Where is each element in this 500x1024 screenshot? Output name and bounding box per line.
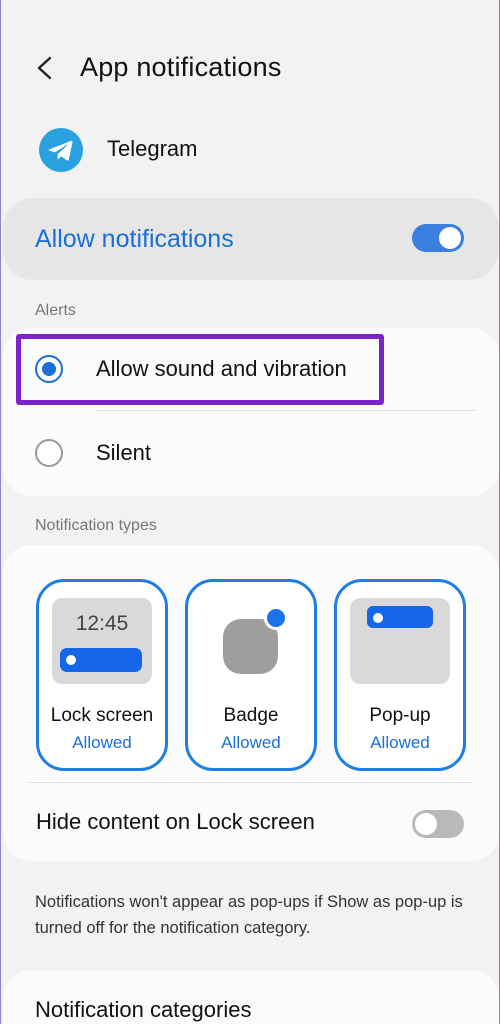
tile-title: Pop-up bbox=[369, 705, 431, 726]
hide-content-label: Hide content on Lock screen bbox=[36, 809, 315, 834]
tile-status: Allowed bbox=[72, 733, 132, 752]
alerts-section-label: Alerts bbox=[35, 302, 76, 319]
allow-notifications-label: Allow notifications bbox=[35, 225, 234, 253]
toggle-knob bbox=[439, 227, 461, 249]
toggle-knob bbox=[415, 813, 437, 835]
tile-status: Allowed bbox=[221, 733, 281, 752]
alerts-card: Allow sound and vibration Silent bbox=[3, 328, 499, 496]
divider bbox=[97, 410, 475, 411]
lock-screen-time: 12:45 bbox=[75, 612, 129, 635]
alert-option-label: Silent bbox=[96, 440, 152, 465]
badge-dot-icon bbox=[264, 606, 288, 630]
allow-notifications-row[interactable]: Allow notifications bbox=[3, 198, 499, 280]
notification-types-section-label: Notification types bbox=[35, 517, 157, 534]
app-info-row: Telegram bbox=[1, 122, 499, 178]
notification-types-card: 12:45 Lock screen Allowed Badge Allowed … bbox=[3, 545, 499, 861]
alert-option-silent[interactable]: Silent bbox=[3, 423, 499, 483]
hide-content-row[interactable]: Hide content on Lock screen bbox=[3, 790, 499, 854]
popup-footnote: Notifications won't appear as pop-ups if… bbox=[35, 893, 463, 937]
page-title: App notifications bbox=[80, 52, 282, 82]
bar-dot bbox=[66, 655, 76, 665]
back-arrow-icon[interactable] bbox=[29, 50, 65, 86]
tile-title: Lock screen bbox=[50, 705, 154, 726]
alert-option-sound-vibration[interactable]: Allow sound and vibration bbox=[3, 339, 499, 399]
back-button[interactable] bbox=[29, 50, 65, 86]
divider bbox=[29, 782, 473, 783]
hide-content-toggle[interactable] bbox=[412, 810, 464, 838]
radio-selected-icon[interactable] bbox=[35, 355, 63, 383]
bar-dot bbox=[373, 613, 383, 623]
app-bar: App notifications bbox=[1, 40, 499, 100]
alert-option-label: Allow sound and vibration bbox=[96, 356, 347, 381]
badge-tile[interactable]: Badge Allowed bbox=[185, 579, 317, 771]
app-name: Telegram bbox=[107, 136, 198, 161]
notification-categories-row[interactable]: Notification categories bbox=[3, 970, 499, 1024]
tile-status: Allowed bbox=[370, 733, 430, 752]
notification-bar-icon bbox=[367, 606, 433, 628]
popup-tile[interactable]: Pop-up Allowed bbox=[334, 579, 466, 771]
allow-notifications-toggle[interactable] bbox=[412, 224, 464, 252]
notification-categories-label: Notification categories bbox=[35, 997, 252, 1022]
notification-bar-icon bbox=[60, 648, 142, 672]
lock-screen-tile[interactable]: 12:45 Lock screen Allowed bbox=[36, 579, 168, 771]
radio-unselected-icon[interactable] bbox=[35, 439, 63, 467]
lock-screen-preview-icon: 12:45 bbox=[52, 598, 152, 684]
popup-preview-icon bbox=[350, 598, 450, 684]
tile-title: Badge bbox=[223, 705, 279, 726]
telegram-icon bbox=[39, 128, 83, 172]
